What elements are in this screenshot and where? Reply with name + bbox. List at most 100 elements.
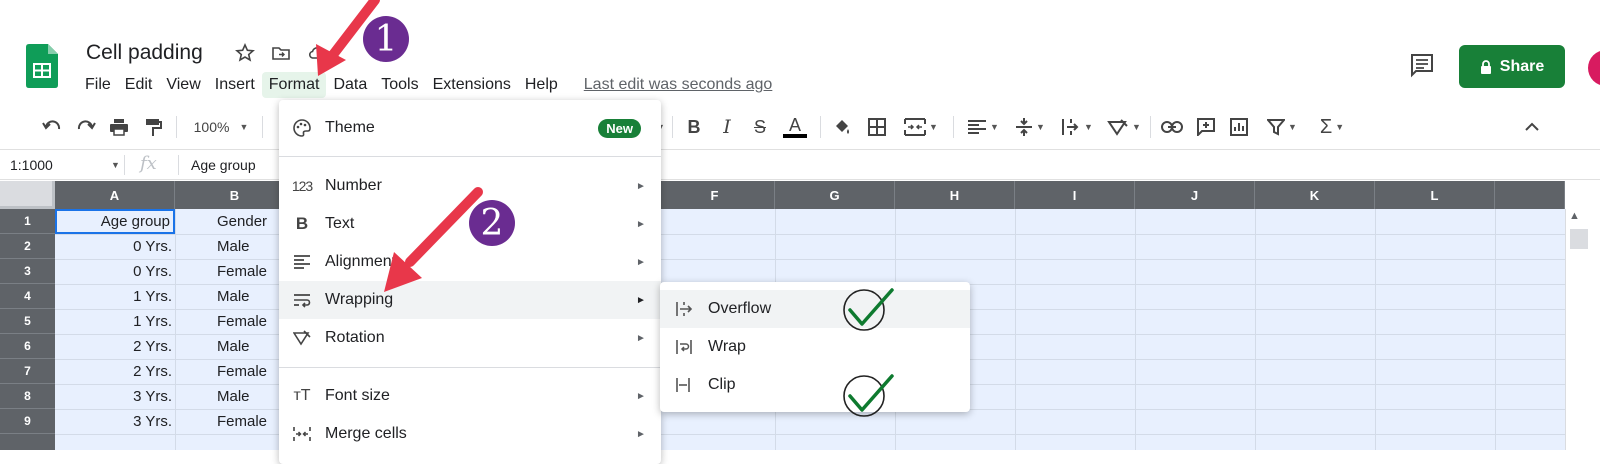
row-header[interactable]: 5 (0, 309, 55, 334)
menu-item-alignment[interactable]: Alignment ► (279, 243, 661, 281)
table-cell[interactable]: 2 Yrs. (55, 359, 175, 384)
link-icon[interactable] (1160, 116, 1184, 138)
column-header-j[interactable]: J (1135, 181, 1255, 209)
row-header[interactable]: 1 (0, 209, 55, 234)
scrollbar-thumb[interactable] (1570, 229, 1588, 249)
chart-icon[interactable] (1227, 116, 1251, 138)
row-header[interactable]: 7 (0, 359, 55, 384)
menu-help[interactable]: Help (518, 72, 565, 98)
strikethrough-icon[interactable]: S (749, 116, 771, 138)
comment-history-icon[interactable] (1409, 52, 1435, 78)
row-header[interactable] (0, 434, 55, 450)
menu-item-theme[interactable]: Theme New (279, 109, 661, 147)
column-header-i[interactable]: I (1015, 181, 1135, 209)
share-button[interactable]: Share (1459, 45, 1565, 88)
align-left-icon[interactable]: ▼ (963, 116, 1003, 138)
submenu-arrow-icon: ► (636, 390, 646, 402)
select-all-corner[interactable] (0, 181, 55, 209)
document-title[interactable]: Cell padding (86, 41, 203, 65)
column-header-b[interactable]: B (175, 181, 295, 209)
comment-icon[interactable] (1194, 116, 1218, 138)
submenu-item-wrap[interactable]: Wrap (660, 328, 970, 366)
functions-icon[interactable]: Σ ▼ (1312, 116, 1352, 138)
table-cell[interactable]: 1 Yrs. (55, 309, 175, 334)
table-cell[interactable]: 1 Yrs. (55, 284, 175, 309)
scroll-up-icon[interactable]: ▲ (1569, 210, 1580, 222)
italic-icon[interactable]: I (716, 116, 738, 138)
menu-item-label: Alignment (325, 253, 397, 270)
menu-item-label: Number (325, 177, 382, 194)
zoom-select[interactable]: 100% ▼ (186, 116, 256, 138)
move-to-folder-icon[interactable] (270, 42, 292, 64)
menu-tools[interactable]: Tools (374, 72, 425, 98)
wrap-icon (279, 292, 325, 308)
undo-icon[interactable] (40, 116, 64, 138)
menu-item-font-size[interactable]: тT Font size ► (279, 377, 661, 415)
print-icon[interactable] (107, 116, 131, 138)
toolbar-divider (953, 116, 954, 138)
menu-extensions[interactable]: Extensions (426, 72, 518, 98)
text-color-icon[interactable]: A (782, 116, 808, 138)
menu-data[interactable]: Data (326, 72, 374, 98)
column-header-a[interactable]: A (55, 181, 175, 209)
menu-edit[interactable]: Edit (118, 72, 160, 98)
fill-color-icon[interactable] (830, 116, 854, 138)
column-header-l[interactable]: L (1375, 181, 1495, 209)
filter-icon[interactable]: ▼ (1262, 116, 1302, 138)
row-header[interactable]: 9 (0, 409, 55, 434)
star-icon[interactable] (234, 42, 256, 64)
row-header[interactable]: 8 (0, 384, 55, 409)
merge-cells-icon[interactable]: ▼ (899, 116, 943, 138)
redo-icon[interactable] (74, 116, 98, 138)
table-cell[interactable]: Female (175, 359, 295, 384)
table-cell[interactable]: Female (175, 409, 295, 434)
row-header[interactable]: 6 (0, 334, 55, 359)
table-cell[interactable]: 3 Yrs. (55, 384, 175, 409)
table-cell[interactable]: 3 Yrs. (55, 409, 175, 434)
menu-insert[interactable]: Insert (208, 72, 262, 98)
table-cell[interactable]: Gender (175, 209, 295, 234)
toolbar-divider (672, 116, 673, 138)
submenu-item-clip[interactable]: Clip (660, 366, 970, 404)
last-edit-link[interactable]: Last edit was seconds ago (584, 76, 773, 94)
table-cell[interactable]: Male (175, 384, 295, 409)
column-header-k[interactable]: K (1255, 181, 1375, 209)
table-cell[interactable]: 2 Yrs. (55, 334, 175, 359)
column-header-m[interactable] (1495, 181, 1565, 209)
name-box[interactable]: 1:1000 ▼ (10, 157, 120, 173)
text-wrap-icon[interactable]: ▼ (1056, 116, 1098, 138)
vertical-scrollbar[interactable]: ▲ (1565, 209, 1600, 450)
formula-input[interactable]: Age group (191, 157, 256, 173)
menu-item-wrapping[interactable]: Wrapping ► (279, 281, 661, 319)
valign-icon[interactable]: ▼ (1010, 116, 1050, 138)
submenu-item-overflow[interactable]: Overflow (660, 290, 970, 328)
cloud-saved-icon[interactable] (306, 42, 328, 64)
table-cell[interactable]: Male (175, 234, 295, 259)
table-cell[interactable]: 0 Yrs. (55, 234, 175, 259)
table-cell[interactable]: Female (175, 309, 295, 334)
table-cell[interactable]: 0 Yrs. (55, 259, 175, 284)
row-header[interactable]: 2 (0, 234, 55, 259)
table-cell[interactable]: Male (175, 334, 295, 359)
text-rotate-icon[interactable]: ▼ (1104, 116, 1144, 138)
menu-item-number[interactable]: 123 Number ► (279, 167, 661, 205)
collapse-icon[interactable] (1520, 116, 1544, 138)
menu-item-rotation[interactable]: Rotation ► (279, 319, 661, 357)
table-cell[interactable]: Male (175, 284, 295, 309)
menu-view[interactable]: View (159, 72, 207, 98)
row-header[interactable]: 3 (0, 259, 55, 284)
sheets-logo-icon[interactable] (26, 44, 58, 88)
menu-item-merge-cells[interactable]: Merge cells ► (279, 415, 661, 453)
row-header[interactable]: 4 (0, 284, 55, 309)
bold-icon[interactable]: B (683, 116, 705, 138)
column-header-g[interactable]: G (775, 181, 895, 209)
table-cell[interactable]: Female (175, 259, 295, 284)
menu-format[interactable]: Format (261, 72, 327, 98)
column-header-f[interactable]: F (655, 181, 775, 209)
paint-format-icon[interactable] (141, 116, 165, 138)
column-header-h[interactable]: H (895, 181, 1015, 209)
cell-a1[interactable]: Age group (55, 209, 175, 234)
avatar[interactable] (1588, 50, 1600, 86)
borders-icon[interactable] (865, 116, 889, 138)
menu-file[interactable]: File (78, 72, 118, 98)
